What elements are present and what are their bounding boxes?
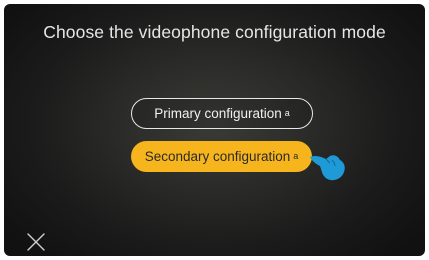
page-title: Choose the videophone configuration mode xyxy=(43,22,386,42)
pointing-hand-icon xyxy=(310,155,345,181)
videophone-screen: Choose the videophone configuration mode… xyxy=(4,4,425,256)
secondary-configuration-mark: a xyxy=(293,150,299,161)
primary-configuration-mark: a xyxy=(284,107,290,118)
close-icon[interactable] xyxy=(26,232,46,252)
primary-configuration-label: Primary configuration xyxy=(154,106,282,121)
primary-configuration-button[interactable]: Primary configuration a xyxy=(131,98,313,129)
secondary-configuration-label: Secondary configuration xyxy=(144,149,291,164)
secondary-configuration-button[interactable]: Secondary configuration a xyxy=(131,141,312,172)
